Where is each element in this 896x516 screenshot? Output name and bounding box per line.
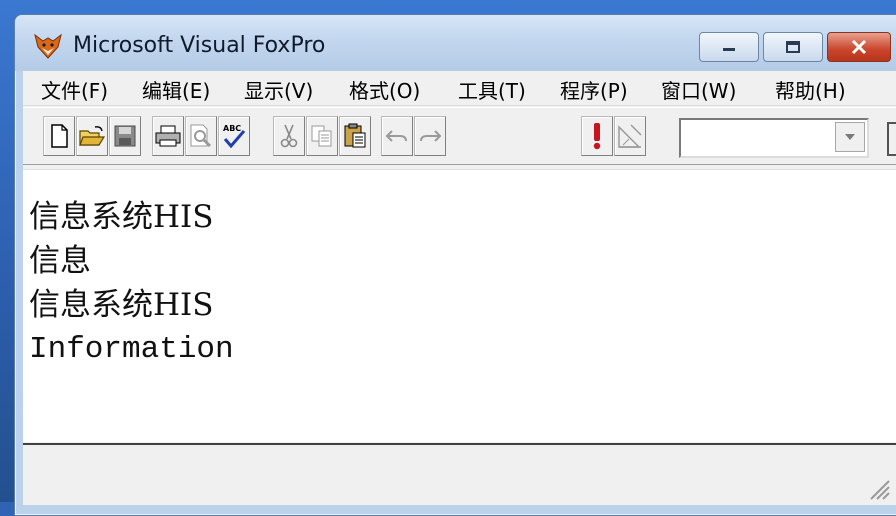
window-title: Microsoft Visual FoxPro bbox=[73, 33, 326, 58]
form-wizard-button[interactable] bbox=[614, 116, 646, 156]
menu-view[interactable]: 显示(V) bbox=[244, 75, 313, 104]
menu-edit[interactable]: 编辑(E) bbox=[142, 75, 210, 104]
print-button[interactable] bbox=[152, 116, 184, 156]
new-button[interactable] bbox=[43, 116, 75, 156]
close-button[interactable] bbox=[827, 32, 891, 62]
resize-grip-icon[interactable] bbox=[865, 475, 891, 501]
undo-button[interactable] bbox=[381, 116, 413, 156]
print-preview-button[interactable] bbox=[185, 116, 217, 156]
client-area: 文件(F) 编辑(E) 显示(V) 格式(O) 工具(T) 程序(P) 窗口(W… bbox=[23, 71, 896, 505]
menu-help[interactable]: 帮助(H) bbox=[775, 75, 846, 104]
redo-button[interactable] bbox=[414, 116, 446, 156]
minimize-button[interactable] bbox=[699, 32, 759, 62]
menu-format[interactable]: 格式(O) bbox=[349, 75, 420, 104]
toolbar-overflow-edge bbox=[887, 122, 896, 156]
svg-text:ABC: ABC bbox=[223, 124, 241, 133]
caption-buttons bbox=[699, 32, 891, 62]
print-preview-icon bbox=[190, 124, 212, 148]
chevron-down-icon bbox=[845, 134, 855, 140]
output-line: Information bbox=[29, 332, 234, 367]
paste-icon bbox=[344, 123, 366, 148]
main-output-area: 信息系统HIS 信息 信息系统HIS Information bbox=[23, 169, 896, 442]
menu-bar: 文件(F) 编辑(E) 显示(V) 格式(O) 工具(T) 程序(P) 窗口(W… bbox=[23, 71, 896, 106]
cut-icon bbox=[280, 124, 298, 148]
print-icon bbox=[155, 125, 181, 147]
copy-icon bbox=[311, 125, 332, 147]
undo-icon bbox=[385, 130, 407, 142]
output-line: 信息 bbox=[29, 243, 91, 279]
minimize-icon bbox=[723, 48, 735, 51]
spelling-icon: ABC bbox=[223, 124, 246, 149]
run-button[interactable] bbox=[581, 116, 613, 156]
title-bar[interactable]: Microsoft Visual FoxPro bbox=[15, 15, 896, 71]
toolbar-combo[interactable] bbox=[679, 118, 869, 158]
menu-window[interactable]: 窗口(W) bbox=[661, 75, 736, 104]
spelling-button[interactable]: ABC bbox=[218, 116, 250, 156]
foxpro-fox-head-icon bbox=[34, 33, 62, 59]
form-wizard-icon bbox=[618, 124, 642, 148]
output-line: 信息系统HIS bbox=[29, 287, 214, 323]
run-icon bbox=[593, 123, 601, 150]
save-button[interactable] bbox=[109, 116, 141, 156]
close-icon bbox=[851, 39, 867, 55]
status-bar bbox=[23, 443, 896, 505]
redo-icon bbox=[420, 130, 442, 142]
cut-button[interactable] bbox=[273, 116, 305, 156]
foxpro-window: Microsoft Visual FoxPro 文件(F) 编辑(E) 显示(V… bbox=[14, 14, 896, 516]
new-icon bbox=[51, 124, 68, 148]
copy-button[interactable] bbox=[306, 116, 338, 156]
output-line: 信息系统HIS bbox=[29, 199, 214, 235]
menu-tools[interactable]: 工具(T) bbox=[458, 75, 526, 104]
maximize-button[interactable] bbox=[763, 32, 823, 62]
combo-dropdown-button[interactable] bbox=[835, 122, 865, 152]
standard-toolbar: ABC bbox=[23, 107, 896, 165]
open-button[interactable] bbox=[76, 116, 108, 156]
maximize-icon bbox=[786, 41, 800, 53]
menu-program[interactable]: 程序(P) bbox=[560, 75, 628, 104]
open-icon bbox=[79, 126, 105, 146]
save-icon bbox=[114, 125, 136, 147]
menu-file[interactable]: 文件(F) bbox=[41, 75, 108, 104]
paste-button[interactable] bbox=[339, 116, 371, 156]
